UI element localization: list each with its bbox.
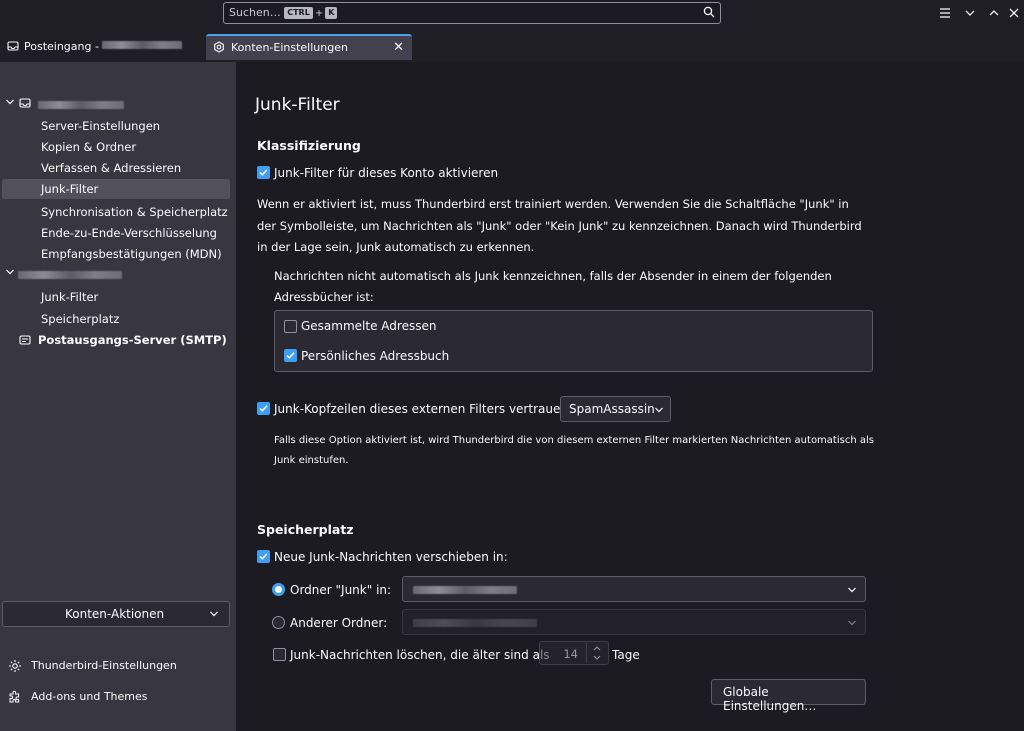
sidebar-item-smtp[interactable]: Postausgangs-Server (SMTP) bbox=[38, 333, 227, 347]
account-2-name-redacted bbox=[18, 271, 122, 279]
chevron-down-icon[interactable] bbox=[5, 97, 15, 107]
section-storage-heading: Speicherplatz bbox=[257, 522, 354, 537]
folder-name-redacted bbox=[413, 619, 537, 627]
junk-training-explanation: Wenn er aktiviert ist, muss Thunderbird … bbox=[257, 197, 862, 254]
close-window-icon[interactable] bbox=[1006, 5, 1022, 21]
page-title: Junk-Filter bbox=[255, 95, 340, 115]
inbox-icon bbox=[7, 41, 19, 51]
account-name-redacted bbox=[413, 586, 517, 594]
chevron-down-icon[interactable] bbox=[5, 267, 15, 277]
minimize-icon[interactable] bbox=[962, 5, 978, 21]
addons-themes-label: Add-ons und Themes bbox=[31, 690, 148, 703]
outgoing-server-icon bbox=[19, 335, 31, 345]
junk-folder-radio-label[interactable]: Ordner "Junk" in: bbox=[290, 583, 391, 597]
search-bar[interactable]: Suchen… CTRL + K bbox=[223, 2, 721, 24]
delete-days-stepper[interactable]: 14 bbox=[539, 641, 609, 665]
enable-junk-checkbox[interactable] bbox=[257, 166, 270, 179]
junk-folder-account-select[interactable] bbox=[402, 576, 866, 602]
external-filter-value: SpamAssassin bbox=[569, 402, 655, 416]
move-junk-checkbox[interactable] bbox=[257, 550, 270, 563]
account-actions-button[interactable]: Konten-Aktionen bbox=[2, 601, 230, 627]
whitelist-description: Nachrichten nicht automatisch als Junk k… bbox=[274, 269, 832, 304]
section-classification-heading: Klassifizierung bbox=[257, 138, 361, 153]
tab-account-settings[interactable]: Konten-Einstellungen ✕ bbox=[206, 34, 412, 60]
sidebar-item-junk-filter-2[interactable]: Junk-Filter bbox=[41, 287, 98, 307]
collected-addresses-label[interactable]: Gesammelte Adressen bbox=[301, 319, 436, 333]
thunderbird-settings-label: Thunderbird-Einstellungen bbox=[31, 659, 177, 672]
delete-old-junk-checkbox[interactable] bbox=[273, 648, 286, 661]
personal-addressbook-label[interactable]: Persönliches Adressbuch bbox=[301, 349, 449, 363]
sidebar-item-storage-2[interactable]: Speicherplatz bbox=[41, 309, 119, 329]
menu-icon[interactable] bbox=[937, 5, 953, 21]
other-folder-select[interactable] bbox=[402, 609, 866, 635]
delete-days-value: 14 bbox=[563, 647, 578, 661]
search-placeholder: Suchen… CTRL + K bbox=[229, 6, 338, 19]
global-settings-button[interactable]: Globale Einstellungen… bbox=[711, 679, 866, 713]
sidebar-item-junk-filter[interactable]: Junk-Filter bbox=[2, 179, 230, 199]
tab-account-settings-label: Konten-Einstellungen bbox=[231, 41, 348, 54]
chevron-down-icon bbox=[848, 587, 856, 593]
close-tab-icon[interactable]: ✕ bbox=[393, 40, 404, 55]
shortcut-k-key: K bbox=[325, 7, 338, 19]
tab-inbox-label: Posteingang - bbox=[24, 40, 183, 53]
junk-filter-settings-pane: Junk-Filter Klassifizierung Junk-Filter … bbox=[236, 62, 1024, 731]
mail-account-icon bbox=[19, 98, 31, 108]
external-filter-select[interactable]: SpamAssassin bbox=[560, 396, 671, 422]
sidebar-item-copies-folders[interactable]: Kopien & Ordner bbox=[41, 137, 136, 157]
sidebar-item-sync-storage[interactable]: Synchronisation & Speicherplatz bbox=[41, 202, 228, 222]
search-icon[interactable] bbox=[703, 6, 715, 18]
other-folder-radio-label[interactable]: Anderer Ordner: bbox=[290, 616, 387, 630]
delete-old-junk-label[interactable]: Junk-Nachrichten löschen, die älter sind… bbox=[290, 648, 550, 662]
chevron-down-icon bbox=[848, 620, 856, 626]
chevron-down-icon[interactable] bbox=[592, 654, 602, 662]
title-bar: Suchen… CTRL + K bbox=[0, 0, 1024, 30]
shortcut-ctrl-key: CTRL bbox=[284, 7, 313, 19]
account-1-name-redacted bbox=[38, 101, 124, 109]
addressbook-list: Gesammelte Adressen Persönliches Adressb… bbox=[274, 310, 873, 372]
delete-days-unit: Tage bbox=[612, 648, 640, 662]
trust-headers-label[interactable]: Junk-Kopfzeilen dieses externen Filters … bbox=[274, 402, 572, 416]
chevron-up-icon[interactable] bbox=[592, 644, 602, 652]
gear-icon bbox=[9, 660, 21, 672]
sidebar-item-e2e-encryption[interactable]: Ende-zu-Ende-Verschlüsselung bbox=[41, 223, 217, 243]
move-junk-label[interactable]: Neue Junk-Nachrichten verschieben in: bbox=[274, 550, 508, 564]
maximize-icon[interactable] bbox=[986, 5, 1002, 21]
account-1-row[interactable] bbox=[0, 95, 236, 115]
sidebar-item-return-receipts[interactable]: Empfangsbestätigungen (MDN) bbox=[41, 244, 222, 264]
junk-folder-radio[interactable] bbox=[272, 583, 285, 596]
personal-addressbook-checkbox[interactable] bbox=[284, 349, 297, 362]
gear-icon bbox=[214, 41, 224, 53]
other-folder-radio[interactable] bbox=[272, 616, 285, 629]
sidebar-item-composition[interactable]: Verfassen & Adressieren bbox=[41, 158, 181, 178]
tab-bar: Posteingang - Konten-Einstellungen ✕ bbox=[0, 30, 1024, 62]
puzzle-piece-icon bbox=[9, 690, 20, 703]
sidebar-item-server-settings[interactable]: Server-Einstellungen bbox=[41, 116, 160, 136]
stepper-arrows[interactable] bbox=[586, 643, 606, 663]
enable-junk-label[interactable]: Junk-Filter für dieses Konto aktivieren bbox=[274, 166, 498, 180]
trust-headers-checkbox[interactable] bbox=[257, 402, 270, 415]
tab-inbox[interactable]: Posteingang - bbox=[0, 34, 200, 60]
global-settings-label: Globale Einstellungen… bbox=[723, 685, 817, 713]
collected-addresses-checkbox[interactable] bbox=[284, 320, 297, 333]
trust-headers-note: Falls diese Option aktiviert ist, wird T… bbox=[274, 435, 874, 466]
chevron-down-icon bbox=[210, 611, 218, 617]
account-2-row[interactable] bbox=[0, 265, 236, 285]
account-actions-label: Konten-Aktionen bbox=[65, 607, 165, 621]
chevron-down-icon bbox=[655, 407, 663, 413]
account-tree-sidebar: Server-Einstellungen Kopien & Ordner Ver… bbox=[0, 62, 236, 731]
